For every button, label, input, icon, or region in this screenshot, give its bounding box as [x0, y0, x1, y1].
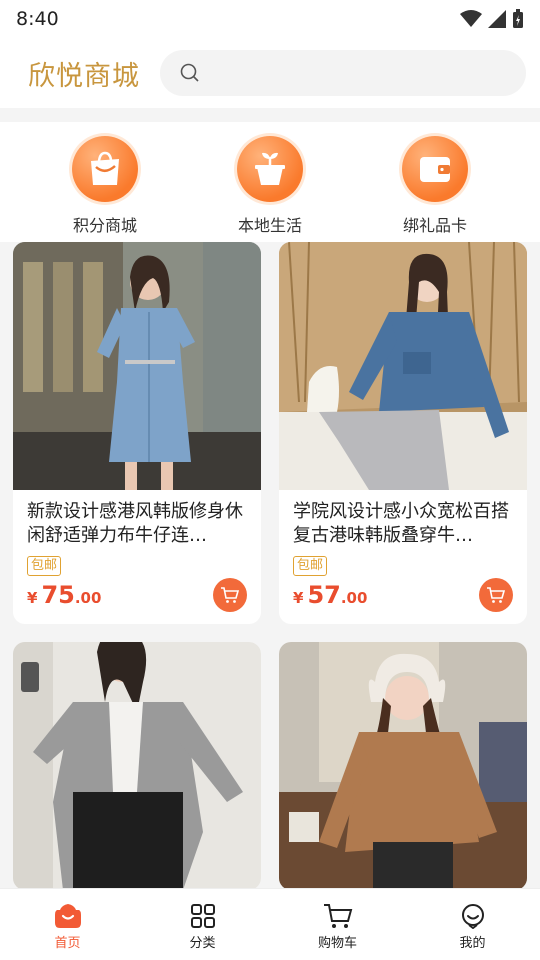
status-time: 8:40: [16, 8, 59, 30]
free-shipping-badge: 包邮: [27, 556, 62, 576]
app-header: 欣悦商城: [0, 38, 540, 108]
price-currency: ¥: [27, 589, 38, 607]
product-image: [13, 642, 261, 888]
wallet-icon: [402, 136, 468, 202]
search-icon: [180, 63, 199, 82]
price-integer: 75: [41, 581, 75, 609]
cart-icon: [221, 587, 240, 603]
free-shipping-badge: 包邮: [293, 556, 328, 576]
tab-home[interactable]: 首页: [0, 889, 135, 960]
price-decimal: .00: [340, 589, 368, 607]
add-to-cart-button[interactable]: [213, 578, 247, 612]
tab-label: 我的: [459, 936, 486, 951]
wifi-icon: [460, 10, 482, 27]
profile-icon: [461, 904, 484, 929]
price-integer: 57: [307, 581, 341, 609]
tab-label: 分类: [189, 936, 216, 951]
tab-category[interactable]: 分类: [135, 889, 270, 960]
shortcut-label: 绑礼品卡: [402, 216, 467, 235]
shortcut-bind-gift-card[interactable]: 绑礼品卡: [360, 122, 510, 242]
status-bar: 8:40: [0, 0, 540, 38]
tab-cart[interactable]: 购物车: [270, 889, 405, 960]
bottom-tab-bar: 首页 分类 购物车 我的: [0, 888, 540, 960]
tab-label: 首页: [54, 936, 81, 951]
product-price: ¥75.00: [27, 581, 101, 609]
shortcut-row: 积分商城 本地生活 绑礼品卡: [0, 122, 540, 242]
system-icons: [460, 9, 524, 29]
cart-icon: [323, 904, 352, 928]
plant-pot-icon: [237, 136, 303, 202]
price-row: ¥75.00: [13, 576, 261, 624]
brand-logo-text: 欣悦商城: [28, 60, 140, 92]
signal-icon: [488, 10, 506, 28]
price-currency: ¥: [293, 589, 304, 607]
product-title: 新款设计感港风韩版修身休闲舒适弹力布牛仔连…: [27, 501, 243, 546]
shortcut-label: 本地生活: [237, 216, 302, 235]
shortcut-label: 积分商城: [72, 216, 137, 235]
price-decimal: .00: [74, 589, 102, 607]
shortcut-local-life[interactable]: 本地生活: [195, 122, 345, 242]
product-grid: 新款设计感港风韩版修身休闲舒适弹力布牛仔连… 包邮 ¥75.00 学院风设计感小…: [0, 242, 540, 888]
cart-icon: [487, 587, 506, 603]
product-price: ¥57.00: [293, 581, 367, 609]
product-card[interactable]: [279, 642, 527, 888]
product-card[interactable]: 学院风设计感小众宽松百搭复古港味韩版叠穿牛… 包邮 ¥57.00: [279, 242, 527, 624]
grid-icon: [190, 904, 215, 928]
product-card[interactable]: 新款设计感港风韩版修身休闲舒适弹力布牛仔连… 包邮 ¥75.00: [13, 242, 261, 624]
price-row: ¥57.00: [279, 576, 527, 624]
home-icon: [54, 904, 81, 928]
tab-profile[interactable]: 我的: [405, 889, 540, 960]
product-card[interactable]: [13, 642, 261, 888]
shortcut-points-mall[interactable]: 积分商城: [30, 122, 180, 242]
tab-label: 购物车: [317, 936, 357, 951]
product-image: [13, 242, 261, 490]
battery-icon: [513, 9, 523, 28]
search-bar[interactable]: [160, 50, 526, 96]
shopping-bag-icon: [72, 136, 138, 202]
product-title: 学院风设计感小众宽松百搭复古港味韩版叠穿牛…: [293, 501, 509, 546]
add-to-cart-button[interactable]: [479, 578, 513, 612]
product-image: [279, 642, 527, 888]
product-image: [279, 242, 527, 490]
